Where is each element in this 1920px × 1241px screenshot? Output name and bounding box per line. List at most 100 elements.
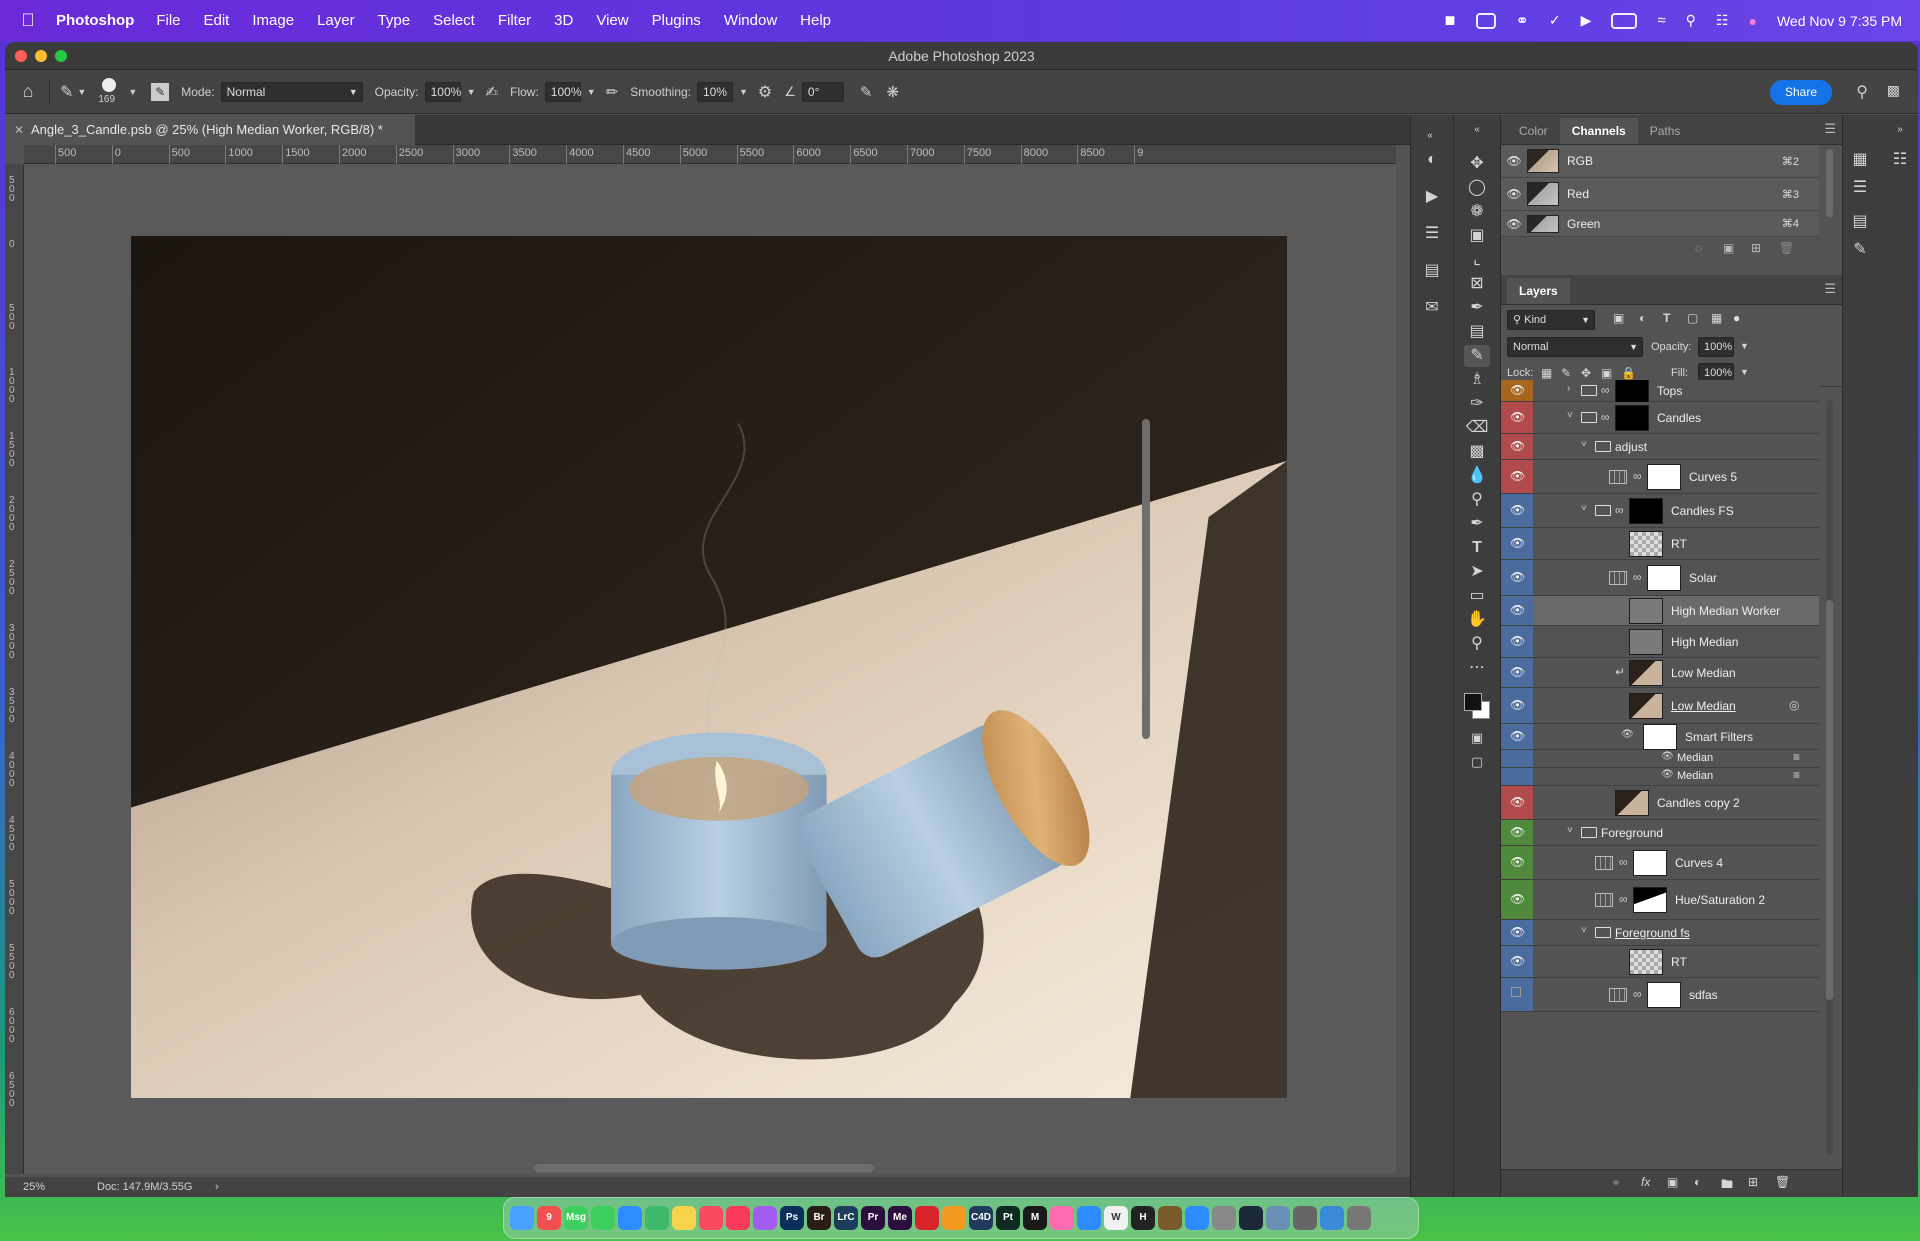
filter-pixel-icon[interactable]: ▣ — [1613, 311, 1624, 325]
brush-size-picker[interactable]: 169 — [98, 74, 122, 110]
panel-menu-icon[interactable]: ☰ — [1824, 281, 1836, 297]
chain-link-icon[interactable]: ∞ — [1601, 410, 1610, 424]
load-selection-icon[interactable]: ◌ — [1695, 241, 1702, 255]
menu-layer[interactable]: Layer — [317, 12, 355, 29]
layer-row[interactable]: 👁 ≡ Median — [1501, 750, 1819, 768]
chain-link-icon[interactable]: ∞ — [1619, 855, 1628, 869]
chevron-down-icon[interactable]: ˅ — [1581, 439, 1587, 450]
dock-app-icon[interactable]: W — [1104, 1206, 1128, 1230]
path-select-tool-icon[interactable]: ➤ — [1464, 561, 1490, 583]
lasso-tool-icon[interactable]: ❁ — [1464, 201, 1490, 223]
menu-type[interactable]: Type — [378, 12, 411, 29]
chevron-down-icon[interactable]: ▼ — [587, 87, 596, 97]
filter-blending-options-icon[interactable]: ≡ — [1793, 750, 1800, 764]
mode-select[interactable]: Normal ▼ — [220, 81, 363, 102]
frame-tool-icon[interactable]: ⊠ — [1464, 273, 1490, 295]
layer-mask-thumbnail[interactable] — [1615, 380, 1649, 404]
layer-row[interactable]: 👁 High Median Worker — [1501, 596, 1819, 626]
display-icon[interactable] — [1475, 12, 1496, 29]
layer-row[interactable]: 👁 ˅ ∞ Candles — [1501, 402, 1819, 434]
share-button[interactable]: Share — [1769, 80, 1832, 105]
layer-row[interactable]: 👁 ˅ Foreground fs — [1501, 920, 1819, 946]
filter-smart-object-icon[interactable]: ▦ — [1711, 311, 1722, 325]
history-brush-tool-icon[interactable]: ✑ — [1464, 393, 1490, 415]
dock-app-icon[interactable]: Acrobat — [915, 1206, 939, 1230]
filter-blending-options-icon[interactable]: ≡ — [1793, 768, 1800, 782]
brush-angle-input[interactable]: 0° — [801, 81, 844, 102]
dock-app-icon[interactable]: 9 — [537, 1206, 561, 1230]
zoom-level[interactable]: 25% — [23, 1177, 45, 1197]
layer-row[interactable]: 👁 Candles copy 2 — [1501, 786, 1819, 820]
delete-layer-icon[interactable]: 🗑 — [1775, 1175, 1790, 1189]
eye-icon[interactable]: 👁 — [1501, 217, 1527, 231]
layer-filter-kind-select[interactable]: ⚲ Kind ▼ — [1507, 310, 1595, 330]
layer-thumbnail[interactable] — [1629, 949, 1663, 975]
layer-thumbnail[interactable] — [1629, 660, 1663, 686]
minimize-window-button[interactable] — [35, 50, 47, 62]
layer-opacity-input[interactable]: 100% — [1698, 337, 1734, 357]
learn-icon[interactable]: ☷ — [1887, 149, 1913, 171]
dock-app-icon[interactable]: Preview — [1320, 1206, 1344, 1230]
eye-icon[interactable]: 👁 — [1510, 855, 1525, 869]
flow-input[interactable]: 100% — [544, 81, 582, 102]
layer-row[interactable]: 👁 ≡ Median — [1501, 768, 1819, 786]
opacity-input[interactable]: 100% — [424, 81, 461, 102]
apple-menu-icon[interactable]:  — [0, 10, 56, 31]
dock-app-icon[interactable]: Zoom — [1185, 1206, 1209, 1230]
delete-channel-icon[interactable]: 🗑 — [1779, 241, 1794, 255]
eye-icon[interactable]: 👁 — [1510, 570, 1525, 584]
smoothing-input[interactable]: 10% — [697, 81, 733, 102]
chevron-down-icon[interactable]: ▼ — [128, 87, 137, 97]
tab-paths[interactable]: Paths — [1638, 118, 1693, 144]
layer-row[interactable]: 👁 ◎ Low Median — [1501, 688, 1819, 724]
document-image[interactable] — [131, 236, 1287, 1098]
eye-icon[interactable]: 👁 — [1510, 925, 1525, 939]
close-window-button[interactable] — [15, 50, 27, 62]
history-panel-icon[interactable]: ▤ — [1847, 211, 1873, 233]
wifi-icon[interactable]: ≈ — [1657, 12, 1665, 29]
tab-channels[interactable]: Channels — [1559, 118, 1638, 144]
dock-app-icon[interactable]: M — [1023, 1206, 1047, 1230]
eye-icon[interactable]: 👁 — [1510, 698, 1525, 712]
new-channel-icon[interactable]: ⊞ — [1751, 241, 1761, 255]
channel-row[interactable]: 👁 Green ⌘4 — [1501, 211, 1819, 237]
new-layer-icon[interactable]: ⊞ — [1748, 1175, 1758, 1189]
crop-tool-icon[interactable]: ⌞ — [1464, 249, 1490, 271]
pen-status-icon[interactable]: ✓ — [1549, 12, 1561, 29]
chain-link-icon[interactable]: ∞ — [1633, 570, 1642, 584]
document-tab[interactable]: ✕ Angle_3_Candle.psb @ 25% (High Median … — [5, 115, 415, 145]
dock-app-icon[interactable]: Safari — [618, 1206, 642, 1230]
battery-icon[interactable] — [1611, 12, 1638, 29]
swatches-grid-icon[interactable]: ▦ — [1847, 149, 1873, 171]
add-mask-icon[interactable]: ▣ — [1667, 1175, 1678, 1189]
dock-app-icon[interactable]: Notes — [672, 1206, 696, 1230]
horizontal-scrollbar[interactable] — [534, 1164, 874, 1172]
chevron-right-icon[interactable]: › — [1567, 383, 1570, 394]
dock-app-icon[interactable]: Pt — [996, 1206, 1020, 1230]
siri-icon[interactable]: ● — [1749, 13, 1757, 29]
dock-app-icon[interactable]: FaceTime — [591, 1206, 615, 1230]
dock-app-icon[interactable]: Calc — [1293, 1206, 1317, 1230]
filter-type-icon[interactable]: T — [1663, 311, 1670, 325]
smoothing-options-gear-icon[interactable]: ⚙ — [758, 82, 772, 102]
layer-row[interactable]: 👁 ˅ ∞ Candles FS — [1501, 494, 1819, 528]
dock-app-icon[interactable]: C4D — [969, 1206, 993, 1230]
dock-app-icon[interactable]: Settings — [1212, 1206, 1236, 1230]
layer-thumbnail[interactable] — [1615, 790, 1649, 816]
layer-row[interactable]: 👁 ˅ adjust — [1501, 434, 1819, 460]
more-tools-icon[interactable]: ⋯ — [1464, 657, 1490, 679]
new-group-icon[interactable]: 🖿 — [1721, 1175, 1733, 1196]
spotlight-search-icon[interactable]: ⚲ — [1686, 12, 1696, 29]
dock-app-icon[interactable]: H — [1131, 1206, 1155, 1230]
workspace-layout-icon[interactable]: ▩ — [1887, 82, 1900, 99]
doc-info[interactable]: Doc: 147.9M/3.55G — [97, 1177, 192, 1197]
chevron-down-icon[interactable]: ˅ — [1581, 503, 1587, 514]
blur-tool-icon[interactable]: 💧 — [1464, 465, 1490, 487]
layer-mask-thumbnail[interactable] — [1633, 850, 1667, 876]
layer-row[interactable]: 👁 👁 Smart Filters — [1501, 724, 1819, 750]
menu-select[interactable]: Select — [433, 12, 475, 29]
panel-menu-icon[interactable]: ☰ — [1824, 121, 1836, 137]
screen-mode-icon[interactable]: ▢ — [1464, 751, 1490, 773]
dodge-tool-icon[interactable]: ⚲ — [1464, 489, 1490, 511]
eye-icon[interactable]: 👁 — [1510, 439, 1525, 453]
